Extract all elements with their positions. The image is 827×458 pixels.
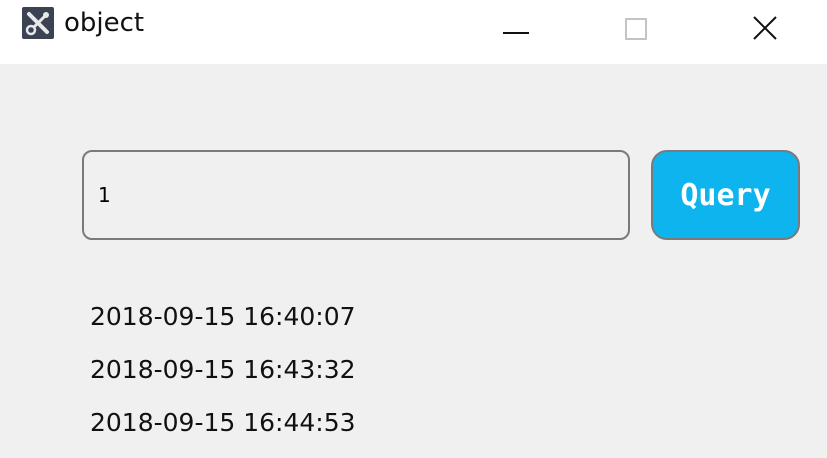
app-window: object Query 2018-09-15 16:40:07 2018-09… bbox=[0, 0, 827, 458]
maximize-button[interactable] bbox=[592, 0, 684, 50]
result-item: 2018-09-15 16:43:32 bbox=[90, 355, 356, 384]
result-item: 2018-09-15 16:40:07 bbox=[90, 302, 356, 331]
title-bar[interactable]: object bbox=[0, 0, 827, 64]
client-area: Query 2018-09-15 16:40:07 2018-09-15 16:… bbox=[0, 64, 827, 458]
result-item: 2018-09-15 16:44:53 bbox=[90, 408, 356, 437]
results-list: 2018-09-15 16:40:07 2018-09-15 16:43:32 … bbox=[90, 290, 690, 449]
query-input[interactable] bbox=[82, 150, 630, 240]
window-title: object bbox=[64, 8, 145, 38]
close-icon bbox=[753, 16, 777, 40]
minimize-button[interactable] bbox=[470, 0, 562, 50]
tools-icon bbox=[22, 7, 54, 39]
minimize-icon bbox=[503, 32, 529, 34]
query-button[interactable]: Query bbox=[651, 150, 800, 240]
maximize-icon bbox=[625, 18, 647, 40]
close-button[interactable] bbox=[720, 0, 812, 50]
